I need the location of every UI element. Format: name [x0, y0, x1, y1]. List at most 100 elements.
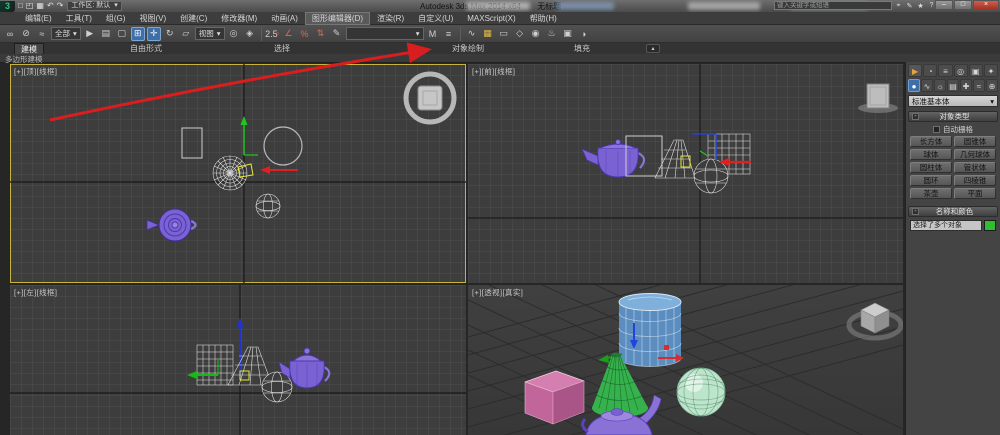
- modify-tab-icon[interactable]: ◔: [923, 64, 937, 77]
- autogrid-checkbox[interactable]: [933, 126, 940, 133]
- render-setup-icon[interactable]: ♨: [545, 27, 559, 41]
- torus-button[interactable]: 圆环: [910, 175, 952, 186]
- viewport-top-label[interactable]: [+][顶][线框]: [14, 66, 57, 77]
- pyramid-button[interactable]: 四棱锥: [954, 175, 996, 186]
- snaps-toggle-icon[interactable]: 2.5∩: [266, 27, 280, 41]
- named-selection-dropdown[interactable]: ▾: [346, 27, 424, 40]
- tube-button[interactable]: 管状体: [954, 162, 996, 173]
- helpers-icon[interactable]: ✚: [960, 79, 972, 92]
- menu-tools[interactable]: 工具(T): [59, 12, 99, 25]
- viewport-perspective[interactable]: [+][透视][真实]: [468, 285, 903, 435]
- selection-region-icon[interactable]: ▢: [115, 27, 129, 41]
- ribbon-toggle-icon[interactable]: ▭: [497, 27, 511, 41]
- menu-graph-editors[interactable]: 图形编辑器(D): [305, 12, 370, 25]
- cylinder-wireframe-top[interactable]: [213, 156, 247, 190]
- cone-wireframe[interactable]: [655, 140, 695, 178]
- geometry-icon[interactable]: ●: [908, 79, 920, 92]
- select-object-icon[interactable]: ▶: [83, 27, 97, 41]
- render-production-icon[interactable]: ◑: [577, 27, 591, 41]
- menu-edit[interactable]: 编辑(E): [18, 12, 59, 25]
- redo-icon[interactable]: ↷: [57, 1, 64, 11]
- box-button[interactable]: 长方体: [910, 136, 952, 147]
- menu-rendering[interactable]: 渲染(R): [370, 12, 411, 25]
- maximize-button[interactable]: □: [954, 0, 972, 10]
- pen-icon[interactable]: ✎: [905, 2, 914, 10]
- use-pivot-center-icon[interactable]: ◎: [227, 27, 241, 41]
- tab-object-paint[interactable]: 对象绘制: [446, 43, 490, 54]
- viewport-perspective-label[interactable]: [+][透视][真实]: [472, 287, 523, 298]
- sphere-button[interactable]: 球体: [910, 149, 952, 160]
- select-scale-icon[interactable]: ▱: [179, 27, 193, 41]
- coordinate-system-dropdown[interactable]: 视图 ▾: [195, 27, 225, 40]
- spacewarps-icon[interactable]: ≈: [973, 79, 985, 92]
- lights-icon[interactable]: ☼: [934, 79, 946, 92]
- systems-icon[interactable]: ⊕: [986, 79, 998, 92]
- display-tab-icon[interactable]: ▣: [969, 64, 983, 77]
- cylinder-shaded[interactable]: [619, 294, 681, 368]
- new-file-icon[interactable]: □: [18, 1, 23, 11]
- viewport-left[interactable]: [+][左][线框]: [10, 285, 466, 435]
- menu-customize[interactable]: 自定义(U): [411, 12, 460, 25]
- tab-modeling[interactable]: 建模: [14, 43, 44, 54]
- object-type-rollout-header[interactable]: - 对象类型: [908, 111, 998, 122]
- menu-animation[interactable]: 动画(A): [264, 12, 305, 25]
- viewport-navigation-gizmo[interactable]: [849, 303, 901, 338]
- material-editor-icon[interactable]: ◉: [529, 27, 543, 41]
- mirror-icon[interactable]: M: [426, 27, 440, 41]
- undo-icon[interactable]: ↶: [47, 1, 54, 11]
- align-icon[interactable]: ≡: [442, 27, 456, 41]
- search-icon[interactable]: ⌖: [894, 2, 903, 10]
- object-color-swatch[interactable]: [984, 220, 996, 231]
- menu-views[interactable]: 视图(V): [132, 12, 173, 25]
- menu-modifiers[interactable]: 修改器(M): [214, 12, 264, 25]
- teapot-front-view[interactable]: [582, 140, 644, 178]
- primitive-category-dropdown[interactable]: 标准基本体 ▾: [908, 95, 998, 107]
- search-input[interactable]: [774, 1, 892, 10]
- ribbon-collapse-icon[interactable]: ▴: [646, 44, 660, 53]
- schematic-view-icon[interactable]: ◇: [513, 27, 527, 41]
- viewport-top[interactable]: [+][顶][线框]: [10, 64, 466, 283]
- tab-freeform[interactable]: 自由形式: [124, 43, 168, 54]
- sphere-shaded[interactable]: [677, 368, 725, 416]
- percent-snap-icon[interactable]: %: [298, 27, 312, 41]
- create-tab-icon[interactable]: ▶: [908, 64, 922, 77]
- sphere-wireframe[interactable]: [256, 194, 280, 218]
- grid-plane-wireframe[interactable]: [197, 345, 233, 385]
- angle-snap-icon[interactable]: ∠: [282, 27, 296, 41]
- menu-create[interactable]: 创建(C): [173, 12, 214, 25]
- select-manipulate-icon[interactable]: ◈: [243, 27, 257, 41]
- tab-populate[interactable]: 填充: [568, 43, 596, 54]
- menu-help[interactable]: 帮助(H): [523, 12, 564, 25]
- workspace-selector[interactable]: 工作区: 默认 ▾: [67, 1, 121, 11]
- open-file-icon[interactable]: ◰: [26, 1, 34, 11]
- plane-button[interactable]: 平面: [954, 188, 996, 199]
- named-selection-sets-icon[interactable]: ✎: [330, 27, 344, 41]
- shapes-icon[interactable]: ∿: [921, 79, 933, 92]
- select-rotate-icon[interactable]: ↻: [163, 27, 177, 41]
- teapot-button[interactable]: 茶壶: [910, 188, 952, 199]
- favorites-star-icon[interactable]: ★: [916, 2, 925, 10]
- cone-button[interactable]: 圆锥体: [954, 136, 996, 147]
- minimize-button[interactable]: –: [935, 0, 953, 10]
- viewport-navigation-gizmo[interactable]: [406, 74, 454, 122]
- circle-shape[interactable]: [264, 127, 302, 165]
- close-button[interactable]: ×: [973, 0, 999, 10]
- spinner-snap-icon[interactable]: ⇅: [314, 27, 328, 41]
- viewport-left-label[interactable]: [+][左][线框]: [14, 287, 57, 298]
- rendered-frame-icon[interactable]: ▣: [561, 27, 575, 41]
- cylinder-button[interactable]: 圆柱体: [910, 162, 952, 173]
- geosphere-button[interactable]: 几何球体: [954, 149, 996, 160]
- select-by-name-icon[interactable]: ▤: [99, 27, 113, 41]
- rectangle-shape[interactable]: [182, 128, 202, 158]
- select-link-icon[interactable]: ∞: [3, 27, 17, 41]
- hierarchy-tab-icon[interactable]: ≡: [938, 64, 952, 77]
- cameras-icon[interactable]: ▤: [947, 79, 959, 92]
- name-color-rollout-header[interactable]: - 名称和颜色: [908, 206, 998, 217]
- window-crossing-icon[interactable]: ⊞: [131, 27, 145, 41]
- unlink-icon[interactable]: ⊘: [19, 27, 33, 41]
- tab-selection[interactable]: 选择: [268, 43, 296, 54]
- bind-spacewarp-icon[interactable]: ≈: [35, 27, 49, 41]
- layer-manager-icon[interactable]: ▦: [481, 27, 495, 41]
- teapot-top-view[interactable]: [147, 209, 196, 241]
- menu-maxscript[interactable]: MAXScript(X): [460, 13, 522, 24]
